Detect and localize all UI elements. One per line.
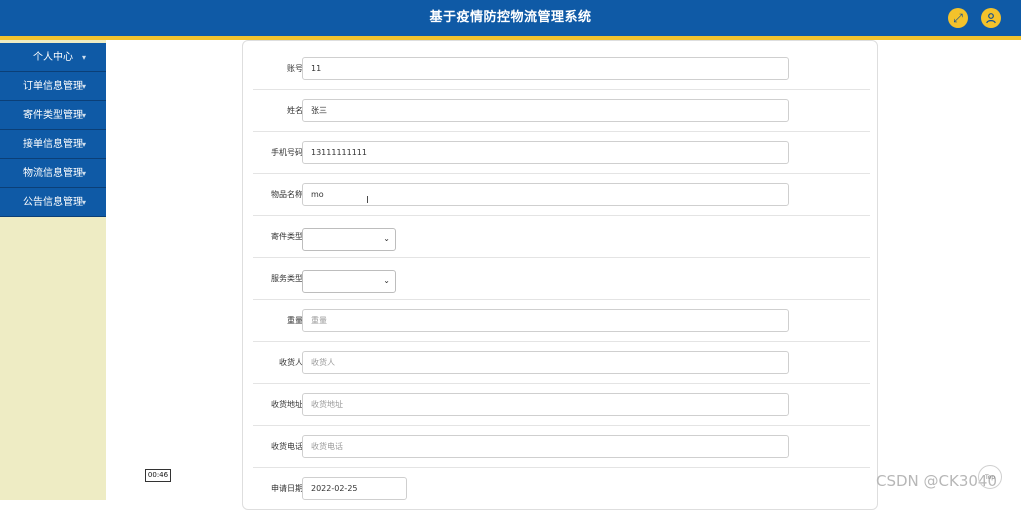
back-to-top-button[interactable]: Top	[978, 465, 1002, 489]
service-type-label: 服务类型	[271, 274, 303, 283]
expand-icon: ⤢	[953, 11, 963, 25]
app-header: 基于疫情防控物流管理系统 ⤢	[0, 0, 1021, 36]
video-timer: 00:46	[145, 469, 171, 482]
form-row-apply-date: 申请日期 2022-02-25	[253, 468, 870, 510]
item-name-input[interactable]: mo	[302, 183, 789, 206]
sidebar-item-announcements[interactable]: 公告信息管理 ▾	[0, 188, 106, 217]
account-input[interactable]: 11	[302, 57, 789, 80]
form-panel: 账号 11 姓名 张三 手机号码 13111111111 物品名称 mo 寄件类…	[242, 40, 878, 510]
weight-input[interactable]	[302, 309, 789, 332]
account-label: 账号	[287, 64, 303, 73]
sidebar-item-label: 个人中心	[33, 52, 73, 63]
form-row-service-type: 服务类型 ⌄	[253, 258, 870, 300]
form-row-account: 账号 11	[253, 48, 870, 90]
sidebar-item-logistics[interactable]: 物流信息管理 ▾	[0, 159, 106, 188]
sidebar-item-send-types[interactable]: 寄件类型管理 ▾	[0, 101, 106, 130]
chevron-down-icon: ▾	[81, 53, 86, 62]
sidebar: 个人中心 ▾ 订单信息管理 ▾ 寄件类型管理 ▾ 接单信息管理 ▾ 物流信息管理…	[0, 40, 106, 500]
chevron-down-icon: ⌄	[383, 234, 390, 243]
user-button[interactable]	[981, 8, 1001, 28]
form-row-weight: 重量	[253, 300, 870, 342]
receiver-input[interactable]	[302, 351, 789, 374]
chevron-down-icon: ▾	[81, 82, 86, 91]
fullscreen-button[interactable]: ⤢	[948, 8, 968, 28]
form-row-receiver: 收货人	[253, 342, 870, 384]
item-name-label: 物品名称	[271, 190, 303, 199]
sidebar-item-label: 接单信息管理	[23, 139, 83, 150]
receiver-phone-input[interactable]	[302, 435, 789, 458]
sidebar-item-orders[interactable]: 订单信息管理 ▾	[0, 72, 106, 101]
service-type-select[interactable]: ⌄	[302, 270, 396, 293]
send-type-select[interactable]: ⌄	[302, 228, 396, 251]
phone-label: 手机号码	[271, 148, 303, 157]
sidebar-item-label: 寄件类型管理	[23, 110, 83, 121]
name-label: 姓名	[287, 106, 303, 115]
form-row-address: 收货地址	[253, 384, 870, 426]
weight-label: 重量	[287, 316, 303, 325]
chevron-down-icon: ▾	[81, 169, 86, 178]
send-type-label: 寄件类型	[271, 232, 303, 241]
sidebar-item-personal-center[interactable]: 个人中心 ▾	[0, 43, 106, 72]
text-cursor-icon: I	[366, 195, 369, 206]
page-title: 基于疫情防控物流管理系统	[429, 10, 592, 25]
receiver-label: 收货人	[279, 358, 303, 367]
form-row-send-type: 寄件类型 ⌄	[253, 216, 870, 258]
chevron-down-icon: ⌄	[383, 276, 390, 285]
sidebar-item-label: 物流信息管理	[23, 168, 83, 179]
sidebar-item-accept-orders[interactable]: 接单信息管理 ▾	[0, 130, 106, 159]
user-icon	[985, 13, 997, 27]
chevron-down-icon: ▾	[81, 111, 86, 120]
phone-input[interactable]: 13111111111	[302, 141, 789, 164]
sidebar-item-label: 公告信息管理	[23, 197, 83, 208]
name-input[interactable]: 张三	[302, 99, 789, 122]
form-row-receiver-phone: 收货电话	[253, 426, 870, 468]
address-input[interactable]	[302, 393, 789, 416]
apply-date-input[interactable]: 2022-02-25	[302, 477, 407, 500]
apply-date-label: 申请日期	[271, 484, 303, 493]
address-label: 收货地址	[271, 400, 303, 409]
form-row-item-name: 物品名称 mo	[253, 174, 870, 216]
sidebar-item-label: 订单信息管理	[23, 81, 83, 92]
receiver-phone-label: 收货电话	[271, 442, 303, 451]
chevron-down-icon: ▾	[81, 198, 86, 207]
form-row-name: 姓名 张三	[253, 90, 870, 132]
chevron-down-icon: ▾	[81, 140, 86, 149]
form-row-phone: 手机号码 13111111111	[253, 132, 870, 174]
